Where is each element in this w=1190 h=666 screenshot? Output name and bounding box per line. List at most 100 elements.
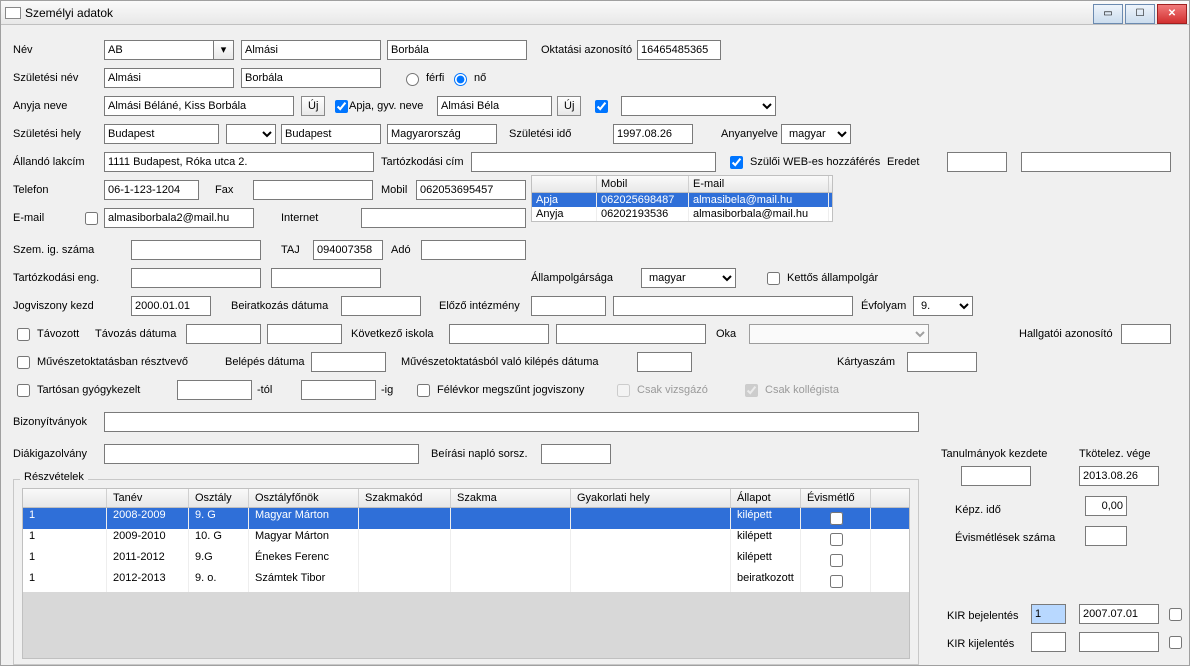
szul-ido-input[interactable] [613,124,693,144]
allampolg-select[interactable]: magyar [641,268,736,288]
tartos-tol-input[interactable] [177,380,252,400]
lakcim-input[interactable] [104,152,374,172]
tavozas-datum-input[interactable] [186,324,261,344]
fax-input[interactable] [253,180,373,200]
diak-input[interactable] [104,444,419,464]
tavozas-datum-input2[interactable] [267,324,342,344]
szul-orszag-input[interactable] [387,124,497,144]
titlebar: Személyi adatok ▭ ☐ ✕ [1,1,1189,25]
grid-header-evismetlo[interactable]: Évismétlő [801,489,871,507]
label-szuletesi-nev: Születési név [13,72,78,84]
hallgatoi-input[interactable] [1121,324,1171,344]
checkbox-apja-gyv[interactable] [335,100,348,113]
grid-header-allapot[interactable]: Állapot [731,489,801,507]
telefon-input[interactable] [104,180,199,200]
radio-ferfi[interactable] [406,73,419,86]
radio-no[interactable] [454,73,467,86]
szulnev-vez-input[interactable] [104,68,234,88]
tartozkodasi-eng-input[interactable] [131,268,261,288]
maximize-button[interactable]: ☐ [1125,4,1155,24]
eredet-input1[interactable] [947,152,1007,172]
kir-be-input2[interactable] [1079,604,1159,624]
label-beiratkozas: Beiratkozás dátuma [231,300,328,312]
kartyaszam-input[interactable] [907,352,977,372]
checkbox-kir-be[interactable] [1169,608,1182,621]
checkbox-tartos[interactable] [17,384,30,397]
kepz-ido-input[interactable] [1085,496,1127,516]
kir-ki-input1[interactable] [1031,632,1066,652]
checkbox-tavozott[interactable] [17,328,30,341]
elozo-int-input2[interactable] [613,296,853,316]
evfolyam-select[interactable]: 9. [913,296,973,316]
table-row[interactable]: 12009-201010. GMagyar Mártonkilépett [23,529,909,550]
szulhely-input[interactable] [104,124,219,144]
contacts-row[interactable]: Apja 062025698487 almasibela@mail.hu [532,193,832,207]
tartos-ig-input[interactable] [301,380,376,400]
internet-input[interactable] [361,208,526,228]
ado-input[interactable] [421,240,526,260]
nev-vezeteknev-input[interactable] [241,40,381,60]
evismetlo-checkbox[interactable] [830,575,843,588]
checkbox-kettos[interactable] [767,272,780,285]
apja-neve-input[interactable] [437,96,552,116]
anyanyelve-select[interactable]: magyar [781,124,851,144]
grid-header-tanev[interactable]: Tanév [107,489,189,507]
evismetlo-checkbox[interactable] [830,533,843,546]
minimize-button[interactable]: ▭ [1093,4,1123,24]
dropdown-button[interactable]: ▾ [214,40,234,60]
form-content: Név ▾ Oktatási azonosító Születési név f… [1,25,1189,665]
evismet-input[interactable] [1085,526,1127,546]
grid-header-szakma[interactable]: Szakma [451,489,571,507]
mobil-input[interactable] [416,180,526,200]
szulhely-select[interactable] [226,124,276,144]
evismetlo-checkbox[interactable] [830,512,843,525]
szulnev-ker-input[interactable] [241,68,381,88]
close-button[interactable]: ✕ [1157,4,1187,24]
table-row[interactable]: 12008-20099. GMagyar Mártonkilépett [23,508,909,529]
checkbox-szuloi-web[interactable] [730,156,743,169]
szulhely-varos2-input[interactable] [281,124,381,144]
szemig-input[interactable] [131,240,261,260]
tartozkodasi-eng-input2[interactable] [271,268,381,288]
nev-keresztnev-input[interactable] [387,40,527,60]
bizonyitvanyok-input[interactable] [104,412,919,432]
email-input[interactable] [104,208,254,228]
checkbox-kir-ki[interactable] [1169,636,1182,649]
jogviszony-input[interactable] [131,296,211,316]
tkotelez-input[interactable] [1079,466,1159,486]
elozo-int-input1[interactable] [531,296,606,316]
contacts-row[interactable]: Anyja 06202193536 almasiborbala@mail.hu [532,207,832,221]
oka-select[interactable] [749,324,929,344]
checkbox-muveszet[interactable] [17,356,30,369]
kir-ki-input2[interactable] [1079,632,1159,652]
checkbox-felevkor[interactable] [417,384,430,397]
beiratkozas-input[interactable] [341,296,421,316]
anyja-neve-input[interactable] [104,96,294,116]
uj-button-2[interactable]: Új [557,96,581,116]
beirasi-input[interactable] [541,444,611,464]
table-row[interactable]: 12012-20139. o.Számtek Tiborbeiratkozott [23,571,909,592]
nev-prefix-input[interactable] [104,40,214,60]
belepes-input[interactable] [311,352,386,372]
label-felevkor: Félévkor megszűnt jogviszony [437,384,584,396]
label-ig: -ig [381,384,393,396]
taj-input[interactable] [313,240,383,260]
select-1[interactable] [621,96,776,116]
evismetlo-checkbox[interactable] [830,554,843,567]
grid-header-osztaly[interactable]: Osztály [189,489,249,507]
muveszkilep-input[interactable] [637,352,692,372]
grid-header-szakmakod[interactable]: Szakmakód [359,489,451,507]
eredet-input2[interactable] [1021,152,1171,172]
table-row[interactable]: 12011-20129.GÉnekes Ferenckilépett [23,550,909,571]
checkbox-email[interactable] [85,212,98,225]
oktatasi-azonosito-input[interactable] [637,40,721,60]
checkbox-2[interactable] [595,100,608,113]
tanul-kezd-input[interactable] [961,466,1031,486]
tartozkodasi-cim-input[interactable] [471,152,716,172]
uj-button-1[interactable]: Új [301,96,325,116]
grid-header-of[interactable]: Osztályfőnök [249,489,359,507]
grid-header-gyh[interactable]: Gyakorlati hely [571,489,731,507]
kov-iskola-input2[interactable] [556,324,706,344]
kir-be-input1[interactable] [1031,604,1066,624]
kov-iskola-input1[interactable] [449,324,549,344]
